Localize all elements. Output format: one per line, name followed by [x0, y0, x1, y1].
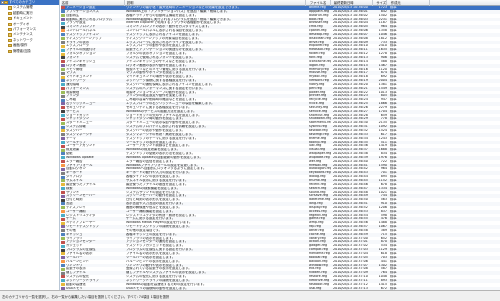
- folder-icon: [4, 1, 8, 5]
- folder-icon: [8, 49, 12, 53]
- status-bar: 左のカテゴリから一覧を選択し、右の一覧から編集したい項目を選択してください。すべ…: [0, 290, 500, 301]
- tree-item-label: 管理者/互換: [13, 48, 31, 53]
- list-rows: アニメーション設定 ウィンドウの最小化・最大化時のアニメーションなどの効果を設定で…: [61, 6, 500, 290]
- tree-expander-icon[interactable]: [0, 1, 4, 5]
- folder-icon: [8, 17, 12, 21]
- folder-icon: [8, 6, 12, 10]
- tree-item[interactable]: 管理者/互換: [0, 49, 59, 54]
- folder-icon: [8, 27, 12, 32]
- status-text: 左のカテゴリから一覧を選択し、右の一覧から編集したい項目を選択してください。すべ…: [2, 295, 170, 299]
- folder-icon: [8, 22, 12, 26]
- settings-list[interactable]: 名前 説明 ファイル名 最終更新日時 サイズ 作成元 アニメーション設定 ウィンド…: [61, 0, 500, 290]
- category-tree[interactable]: すべてのカテゴリ システム管理 起動時に実行 ドキュメント オーディオ パフォーマンス メン…: [0, 0, 60, 290]
- folder-icon: [8, 33, 12, 37]
- folder-icon: [8, 38, 12, 42]
- folder-icon: [8, 44, 12, 48]
- folder-icon: [8, 11, 12, 15]
